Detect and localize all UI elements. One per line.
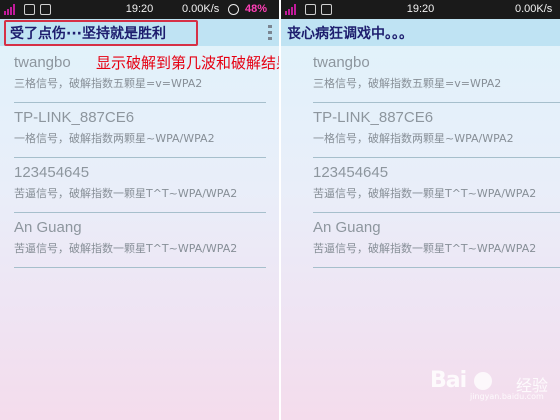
- status-bar: 19:20 0.00K/s: [281, 0, 560, 19]
- baidu-paw-icon: [474, 372, 492, 390]
- right-phone-screen: 19:20 0.00K/s 丧心病狂调戏中。。。 twangbo 三格信号，破解…: [281, 0, 560, 420]
- overflow-menu-icon[interactable]: [268, 25, 272, 40]
- wifi-ssid: 123454645: [14, 164, 90, 181]
- wifi-ssid: An Guang: [14, 219, 82, 236]
- wifi-list-item[interactable]: An Guang 苦逼信号，破解指数一颗星T^T~WPA/WPA2: [14, 213, 266, 268]
- alarm-icon: [228, 4, 239, 15]
- wifi-ssid: TP-LINK_887CE6: [14, 109, 135, 126]
- wifi-ssid: An Guang: [313, 219, 381, 236]
- wifi-list: twangbo 三格信号，破解指数五颗星=v=WPA2 TP-LINK_887C…: [14, 48, 266, 268]
- wifi-crack-info: 苦逼信号，破解指数一颗星T^T~WPA/WPA2: [313, 242, 537, 255]
- wifi-ssid: 123454645: [313, 164, 389, 181]
- network-speed: 0.00K/s: [182, 3, 220, 15]
- wifi-crack-info: 一格信号，破解指数两颗星~WPA/WPA2: [313, 132, 514, 145]
- baidu-jingyan-watermark: Bai 经验 jingyan.baidu.com: [430, 364, 550, 404]
- app-title: 丧心病狂调戏中。。。: [287, 26, 413, 42]
- title-highlight-box: [4, 20, 198, 46]
- wifi-crack-info: 三格信号，破解指数五颗星=v=WPA2: [313, 77, 502, 90]
- app-bar: 丧心病狂调戏中。。。: [281, 19, 560, 46]
- watermark-url: jingyan.baidu.com: [470, 392, 544, 401]
- wifi-crack-info: 一格信号，破解指数两颗星~WPA/WPA2: [14, 132, 215, 145]
- wifi-crack-info: 三格信号，破解指数五颗星=v=WPA2: [14, 77, 203, 90]
- wifi-list-item[interactable]: twangbo 三格信号，破解指数五颗星=v=WPA2: [313, 48, 560, 103]
- wifi-list-item[interactable]: An Guang 苦逼信号，破解指数一颗星T^T~WPA/WPA2: [313, 213, 560, 268]
- wifi-crack-info: 苦逼信号，破解指数一颗星T^T~WPA/WPA2: [14, 242, 238, 255]
- annotation-text: 显示破解到第几波和破解结果: [96, 54, 279, 72]
- left-phone-screen: 19:20 0.00K/s 48% 受了点伤···坚持就是胜利 twangbo …: [0, 0, 279, 420]
- wifi-list-item[interactable]: 123454645 苦逼信号，破解指数一颗星T^T~WPA/WPA2: [14, 158, 266, 213]
- wifi-list-item[interactable]: 123454645 苦逼信号，破解指数一颗星T^T~WPA/WPA2: [313, 158, 560, 213]
- wifi-ssid: TP-LINK_887CE6: [313, 109, 434, 126]
- wifi-crack-info: 苦逼信号，破解指数一颗星T^T~WPA/WPA2: [14, 187, 238, 200]
- wifi-crack-info: 苦逼信号，破解指数一颗星T^T~WPA/WPA2: [313, 187, 537, 200]
- network-speed: 0.00K/s: [515, 3, 553, 15]
- battery-level: 48%: [245, 3, 268, 15]
- wifi-list-item[interactable]: TP-LINK_887CE6 一格信号，破解指数两颗星~WPA/WPA2: [313, 103, 560, 158]
- wifi-list: twangbo 三格信号，破解指数五颗星=v=WPA2 TP-LINK_887C…: [313, 48, 560, 268]
- status-bar: 19:20 0.00K/s 48%: [0, 0, 279, 19]
- wifi-ssid: twangbo: [313, 54, 370, 71]
- watermark-brand-bai: Bai: [430, 368, 467, 393]
- wifi-list-item[interactable]: TP-LINK_887CE6 一格信号，破解指数两颗星~WPA/WPA2: [14, 103, 266, 158]
